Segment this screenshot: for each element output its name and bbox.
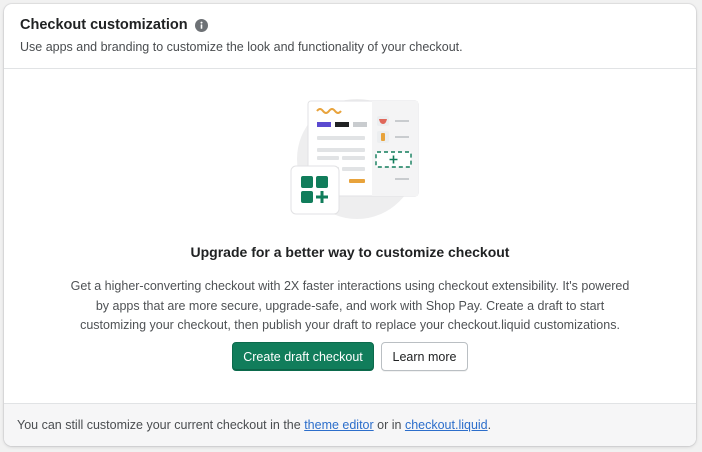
card-subtitle: Use apps and branding to customize the l…: [20, 40, 463, 54]
create-draft-checkout-button[interactable]: Create draft checkout: [232, 342, 374, 371]
card-header: Checkout customization Use apps and bran…: [4, 4, 696, 69]
footer-text-middle: or in: [373, 418, 405, 432]
checkout-liquid-link[interactable]: checkout.liquid: [405, 418, 488, 432]
card-title: Checkout customization: [20, 17, 188, 33]
upgrade-heading: Upgrade for a better way to customize ch…: [190, 244, 510, 260]
learn-more-button[interactable]: Learn more: [381, 342, 468, 371]
title-row: Checkout customization: [20, 17, 208, 33]
checkout-customization-card: Checkout customization Use apps and bran…: [4, 4, 696, 446]
footer-text-after: .: [487, 418, 492, 432]
checkout-illustration: [282, 94, 422, 219]
card-footer: You can still customize your current che…: [4, 403, 696, 446]
footer-text-before: You can still customize your current che…: [17, 418, 305, 432]
action-buttons: Create draft checkout Learn more: [4, 342, 696, 371]
info-icon[interactable]: [194, 18, 208, 32]
theme-editor-link[interactable]: theme editor: [304, 418, 373, 432]
upgrade-description: Get a higher-converting checkout with 2X…: [70, 279, 630, 332]
